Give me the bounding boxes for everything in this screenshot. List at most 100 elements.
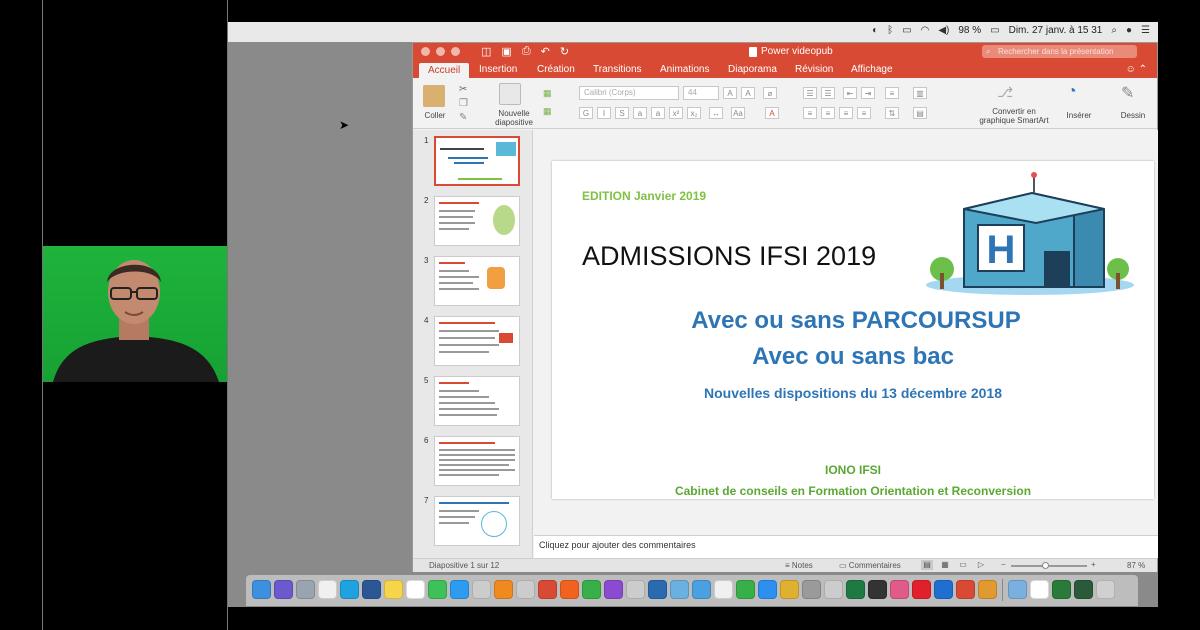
siri-icon[interactable]	[274, 580, 293, 599]
imovie-icon[interactable]	[604, 580, 623, 599]
music-icon[interactable]	[714, 580, 733, 599]
thumbnail-row[interactable]: 4	[413, 316, 532, 368]
slide-subtitle-3[interactable]: Nouvelles dispositions du 13 décembre 20…	[552, 385, 1154, 401]
align-right-icon[interactable]: ≡	[839, 107, 853, 119]
numbering-icon[interactable]: ☰	[821, 87, 835, 99]
moon-icon[interactable]: ◐	[872, 25, 878, 36]
format-painter-icon[interactable]: ✎	[459, 112, 467, 123]
question-icon[interactable]	[472, 580, 491, 599]
slide-thumbnail[interactable]	[434, 436, 520, 486]
insert-button[interactable]: Insérer	[1059, 111, 1099, 120]
video-icon[interactable]	[1052, 580, 1071, 599]
decrease-font-icon[interactable]: A	[741, 87, 755, 99]
firefox-icon[interactable]	[560, 580, 579, 599]
char-spacing-icon[interactable]: ↔	[709, 107, 723, 119]
volume-icon[interactable]: ◀)	[938, 25, 949, 36]
zoom-slider-handle[interactable]	[1042, 562, 1050, 569]
folder-icon[interactable]	[1008, 580, 1027, 599]
screenshot-icon[interactable]	[1030, 580, 1049, 599]
excel-icon[interactable]	[846, 580, 865, 599]
increase-font-icon[interactable]: A	[723, 87, 737, 99]
sidebar-icon[interactable]: ◫	[481, 45, 491, 58]
italic-icon[interactable]: I	[597, 107, 611, 119]
text-direction-icon[interactable]: ⇅	[885, 107, 899, 119]
safari-icon[interactable]	[450, 580, 469, 599]
redo-icon[interactable]: ↻	[560, 45, 569, 58]
facetime-icon[interactable]	[582, 580, 601, 599]
bullets-icon[interactable]: ☰	[803, 87, 817, 99]
mail-icon[interactable]	[692, 580, 711, 599]
slideshow-icon[interactable]: ▷	[975, 560, 987, 570]
clock[interactable]: Dim. 27 janv. à 15 31	[1009, 25, 1103, 36]
paste-icon[interactable]	[423, 85, 445, 107]
bold-icon[interactable]: G	[579, 107, 593, 119]
vlc-icon[interactable]	[494, 580, 513, 599]
reading-view-icon[interactable]: ▭	[957, 560, 969, 570]
tab-affichage[interactable]: Affichage	[851, 64, 893, 75]
thumbnail-row[interactable]: 5	[413, 376, 532, 428]
zoom-out-button[interactable]: −	[1001, 560, 1006, 569]
question-icon[interactable]	[516, 580, 535, 599]
underline-icon[interactable]: S	[615, 107, 629, 119]
chrome-icon[interactable]	[780, 580, 799, 599]
tab-insertion[interactable]: Insertion	[479, 64, 517, 75]
close-window-button[interactable]	[421, 47, 430, 56]
word-icon[interactable]	[362, 580, 381, 599]
draw-icon[interactable]: ✎	[1121, 83, 1134, 103]
video-icon[interactable]	[1074, 580, 1093, 599]
layout-icon[interactable]: ▦	[543, 88, 552, 99]
tab-accueil[interactable]: Accueil	[419, 63, 470, 79]
copy-icon[interactable]: ❐	[459, 98, 468, 109]
slide-thumbnail[interactable]	[434, 256, 520, 306]
superscript-icon[interactable]: x²	[669, 107, 683, 119]
messages-icon[interactable]	[428, 580, 447, 599]
list-icon[interactable]: ☰	[1141, 25, 1150, 36]
slide-organisation[interactable]: IONO IFSI	[552, 463, 1154, 477]
convert-smartart-label-1[interactable]: Convertir en	[969, 107, 1059, 116]
minimize-window-button[interactable]	[436, 47, 445, 56]
insert-shape-icon[interactable]: ◔	[1067, 83, 1077, 101]
slide-subtitle-2[interactable]: Avec ou sans bac	[552, 343, 1154, 371]
tab-diaporama[interactable]: Diaporama	[728, 64, 777, 75]
photos-icon[interactable]	[890, 580, 909, 599]
facetime-icon[interactable]	[736, 580, 755, 599]
cast-icon[interactable]: ▭	[902, 25, 911, 36]
save-icon[interactable]: ▣	[501, 45, 511, 58]
notes-button[interactable]: ≡ Notes	[785, 561, 813, 570]
pinwheel-icon[interactable]	[978, 580, 997, 599]
photos-icon[interactable]	[318, 580, 337, 599]
slide-thumbnail[interactable]	[434, 496, 520, 546]
slide-edition-text[interactable]: EDITION Janvier 2019	[582, 189, 706, 203]
paste-button[interactable]: Coller	[419, 111, 451, 120]
zoom-slider[interactable]	[1011, 562, 1087, 569]
utility-icon[interactable]	[802, 580, 821, 599]
search-icon[interactable]: ⌕	[1111, 25, 1117, 36]
bluetooth-icon[interactable]: ᛒ	[887, 25, 893, 36]
undo-icon[interactable]: ↶	[541, 45, 550, 58]
print-icon[interactable]: ⎙	[522, 45, 531, 58]
question-icon[interactable]	[626, 580, 645, 599]
opera-icon[interactable]	[912, 580, 931, 599]
convert-smartart-label-2[interactable]: graphique SmartArt	[969, 116, 1059, 125]
decrease-indent-icon[interactable]: ⇤	[843, 87, 857, 99]
justify-icon[interactable]: ≡	[857, 107, 871, 119]
font-color-icon[interactable]: A	[765, 107, 779, 119]
notes-icon[interactable]	[384, 580, 403, 599]
skype-icon[interactable]	[340, 580, 359, 599]
new-slide-label-2[interactable]: diapositive	[489, 118, 539, 127]
normal-view-icon[interactable]: ▤	[921, 560, 933, 570]
preview-icon[interactable]	[670, 580, 689, 599]
thumbnail-row[interactable]: 7	[413, 496, 532, 548]
new-slide-icon[interactable]	[499, 83, 521, 105]
powerpoint-icon[interactable]	[538, 580, 557, 599]
teamviewer-icon[interactable]	[934, 580, 953, 599]
font-name-select[interactable]: Calibri (Corps)	[579, 86, 679, 100]
tab-transitions[interactable]: Transitions	[593, 64, 642, 75]
shadow-icon[interactable]: a	[651, 107, 665, 119]
question-icon[interactable]	[824, 580, 843, 599]
slide-subtitle-1[interactable]: Avec ou sans PARCOURSUP	[552, 307, 1154, 335]
slide-thumbnail[interactable]	[434, 196, 520, 246]
slide-thumbnail[interactable]	[434, 136, 520, 186]
quicktime-icon[interactable]	[648, 580, 667, 599]
slide-organisation-description[interactable]: Cabinet de conseils en Formation Orienta…	[552, 484, 1154, 498]
